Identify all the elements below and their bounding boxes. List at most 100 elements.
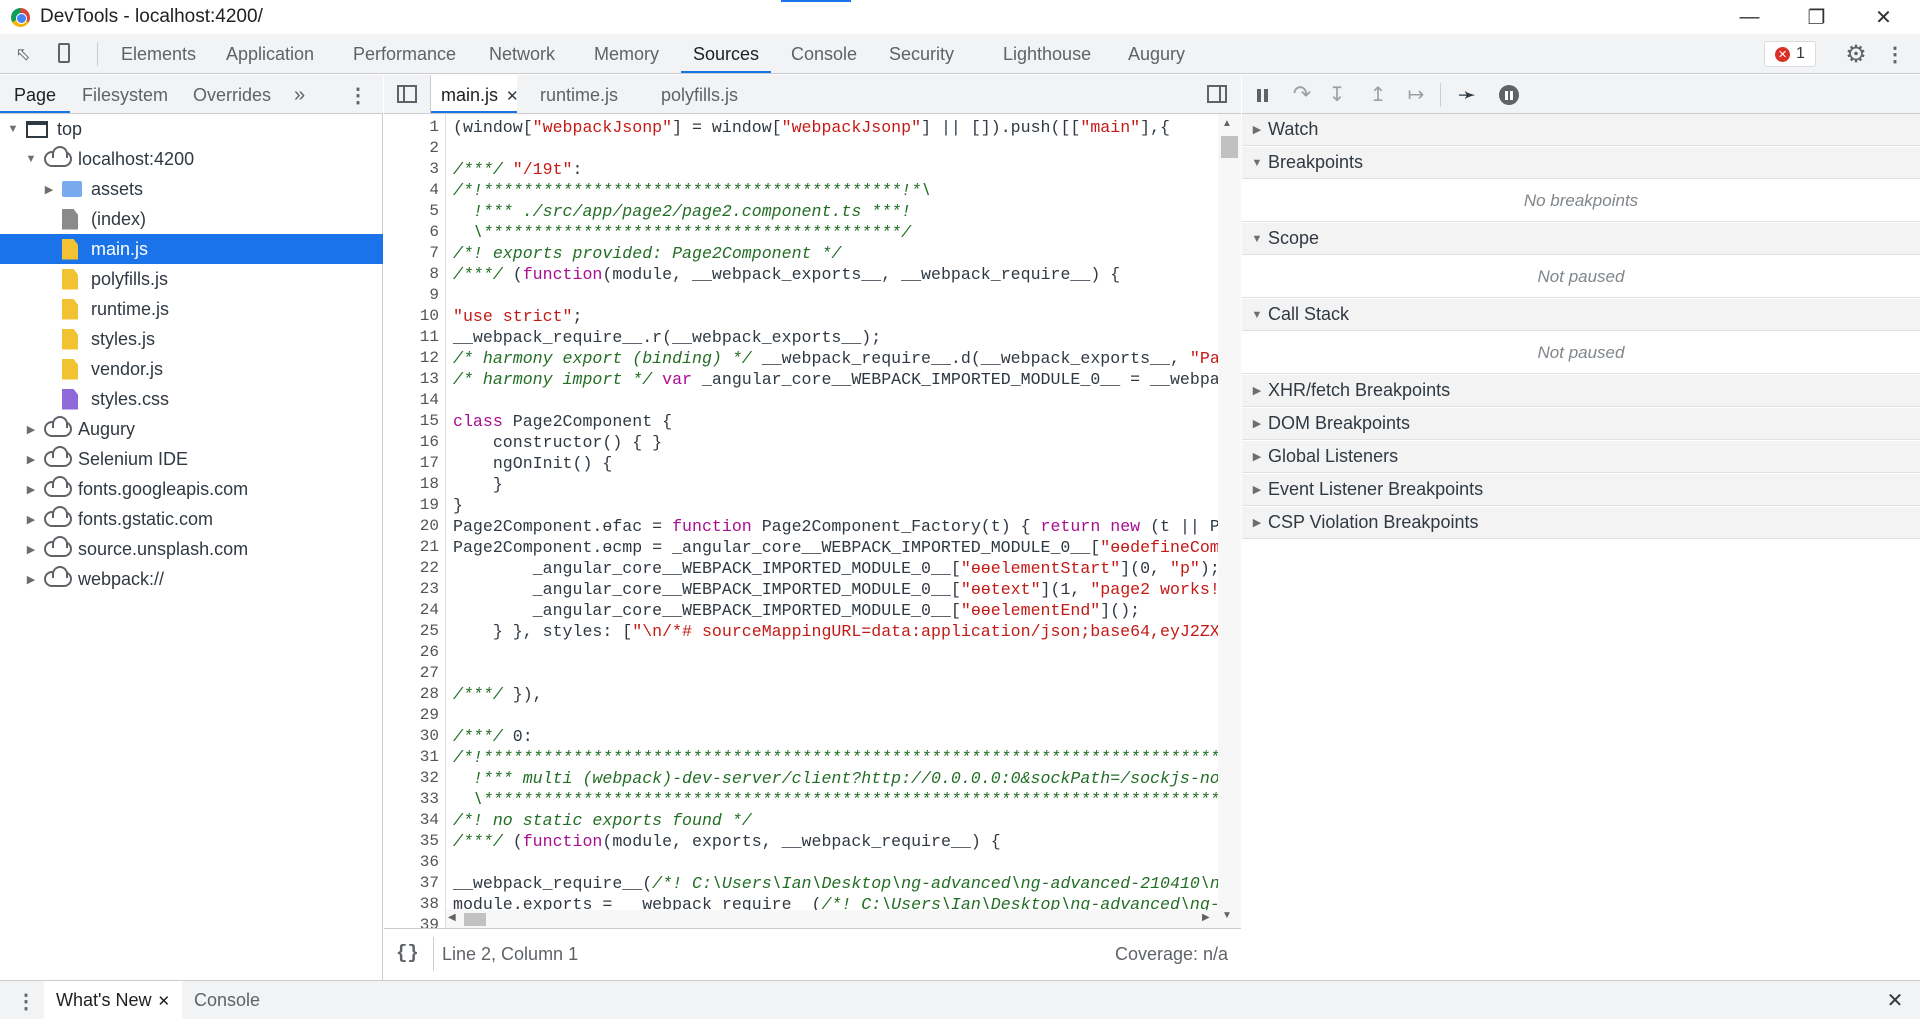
tab-network[interactable]: Network [477,34,567,73]
scroll-down-icon[interactable]: ▼ [1222,910,1232,921]
line-number[interactable]: 10 [389,307,439,325]
line-number[interactable]: 27 [389,664,439,682]
collapsed-arrow-icon[interactable]: ▶ [24,543,38,556]
code-line[interactable]: /***/ (function(module, exports, __webpa… [453,832,1001,851]
code-line[interactable]: /*! no static exports found */ [453,811,752,830]
code-line[interactable]: class Page2Component { [453,412,672,431]
code-line[interactable]: "use strict"; [453,307,582,326]
line-number[interactable]: 19 [389,496,439,514]
code-line[interactable]: /*! exports provided: Page2Component */ [453,244,841,263]
tree-item[interactable]: ▶ assets [0,174,383,204]
line-number[interactable]: 16 [389,433,439,451]
code-line[interactable]: /***/ (function(module, __webpack_export… [453,265,1120,284]
line-number[interactable]: 33 [389,790,439,808]
tree-item[interactable]: runtime.js [0,294,383,324]
line-number[interactable]: 12 [389,349,439,367]
line-number[interactable]: 11 [389,328,439,346]
code-line[interactable]: __webpack_require__(/*! C:\Users\Ian\Des… [453,874,1218,893]
code-line[interactable]: /***/ 0: [453,727,533,746]
code-line[interactable]: !*** ./src/app/page2/page2.component.ts … [453,202,911,221]
more-tabs-icon[interactable]: » [280,75,319,113]
tree-item[interactable]: ▶ Augury [0,414,383,444]
scroll-up-icon[interactable]: ▲ [1222,118,1232,129]
tab-filesystem[interactable]: Filesystem [68,75,182,113]
code-editor[interactable]: 1 2 3 4 5 6 7 8 9 10 11 12 13 14 15 16 17 18 19 20 21 22 23 24 2… [384,114,1218,928]
step-out-icon[interactable]: ↥ [1367,83,1389,106]
line-number[interactable]: 20 [389,517,439,535]
pane-header[interactable]: ▶ DOM Breakpoints [1242,408,1920,440]
line-number[interactable]: 5 [389,202,439,220]
collapsed-arrow-icon[interactable]: ▶ [24,483,38,496]
line-number[interactable]: 7 [389,244,439,262]
line-number[interactable]: 4 [389,181,439,199]
code-line[interactable]: (window["webpackJsonp"] = window["webpac… [453,118,1170,137]
line-number[interactable]: 28 [389,685,439,703]
code-line[interactable]: Page2Component.ɵcmp = _angular_core__WEB… [453,538,1218,557]
vertical-scrollbar[interactable]: ▲ ▼ [1218,114,1241,928]
line-number[interactable]: 6 [389,223,439,241]
pause-icon[interactable] [1252,85,1272,105]
scroll-right-icon[interactable]: ▶ [1202,912,1210,923]
pane-header[interactable]: ▶ XHR/fetch Breakpoints [1242,375,1920,407]
tab-elements[interactable]: Elements [109,34,208,73]
pause-on-exceptions-icon[interactable] [1498,84,1520,106]
tree-item[interactable]: polyfills.js [0,264,383,294]
tab-runtime-js[interactable]: runtime.js [530,75,628,113]
pane-header[interactable]: ▶ Event Listener Breakpoints [1242,474,1920,506]
line-number[interactable]: 3 [389,160,439,178]
collapsed-arrow-icon[interactable]: ▶ [24,573,38,586]
expanded-arrow-icon[interactable]: ▼ [6,123,20,135]
tree-item[interactable]: styles.css [0,384,383,414]
toggle-navigator-icon[interactable] [396,84,418,104]
navigator-menu-icon[interactable]: ⋮ [348,83,368,107]
tab-memory[interactable]: Memory [582,34,671,73]
coverage-status[interactable]: Coverage: n/a [1115,944,1228,965]
code-line[interactable]: __webpack_require__.r(__webpack_exports_… [453,328,881,347]
horizontal-scrollbar[interactable]: ◀ ▶ [446,910,1218,928]
scroll-left-icon[interactable]: ◀ [448,912,456,923]
code-line[interactable]: /* harmony import */ var _angular_core__… [453,370,1218,389]
close-window-icon[interactable]: ✕ [1855,0,1912,34]
line-number[interactable]: 30 [389,727,439,745]
code-line[interactable]: \***************************************… [453,223,911,242]
code-line[interactable]: /* harmony export (binding) */ __webpack… [453,349,1218,368]
tab-console[interactable]: Console [779,34,869,73]
line-number[interactable]: 9 [389,286,439,304]
tab-sources[interactable]: Sources [681,34,772,73]
tree-item[interactable]: main.js [0,234,383,264]
code-line[interactable]: !*** multi (webpack)-dev-server/client?h… [453,769,1218,788]
code-line[interactable]: } }, styles: ["\n/*# sourceMappingURL=da… [453,622,1218,641]
line-number[interactable]: 35 [389,832,439,850]
tab-overrides[interactable]: Overrides [179,75,285,113]
step-icon[interactable]: ↦ [1404,83,1428,106]
code-line[interactable]: _angular_core__WEBPACK_IMPORTED_MODULE_0… [453,601,1140,620]
line-number[interactable]: 36 [389,853,439,871]
close-drawer-tab-icon[interactable]: ✕ [157,993,170,1010]
tab-main-js[interactable]: main.js ✕ [431,75,519,113]
tab-drawer-console[interactable]: Console [182,981,272,1019]
line-number[interactable]: 21 [389,538,439,556]
step-into-icon[interactable]: ↧ [1326,83,1348,106]
code-line[interactable]: } [453,475,503,494]
error-counter[interactable]: ✕ 1 [1764,41,1816,67]
toggle-debugger-icon[interactable] [1206,84,1228,104]
line-number[interactable]: 18 [389,475,439,493]
line-number[interactable]: 34 [389,811,439,829]
pretty-print-icon[interactable]: {} [396,942,419,964]
tree-item[interactable]: (index) [0,204,383,234]
tab-polyfills-js[interactable]: polyfills.js [651,75,748,113]
code-line[interactable]: /*!*************************************… [453,181,931,200]
code-line[interactable]: /***/ "/19t": [453,160,582,179]
line-number[interactable]: 14 [389,391,439,409]
restore-icon[interactable]: ❐ [1788,0,1845,34]
tab-performance[interactable]: Performance [341,34,468,73]
line-number[interactable]: 39 [389,916,439,928]
line-number[interactable]: 17 [389,454,439,472]
line-number[interactable]: 24 [389,601,439,619]
line-number[interactable]: 15 [389,412,439,430]
line-number[interactable]: 26 [389,643,439,661]
pane-header[interactable]: ▶ Global Listeners [1242,441,1920,473]
tab-page[interactable]: Page [0,75,71,113]
vertical-scroll-thumb[interactable] [1221,136,1238,158]
expanded-arrow-icon[interactable]: ▼ [24,153,38,165]
